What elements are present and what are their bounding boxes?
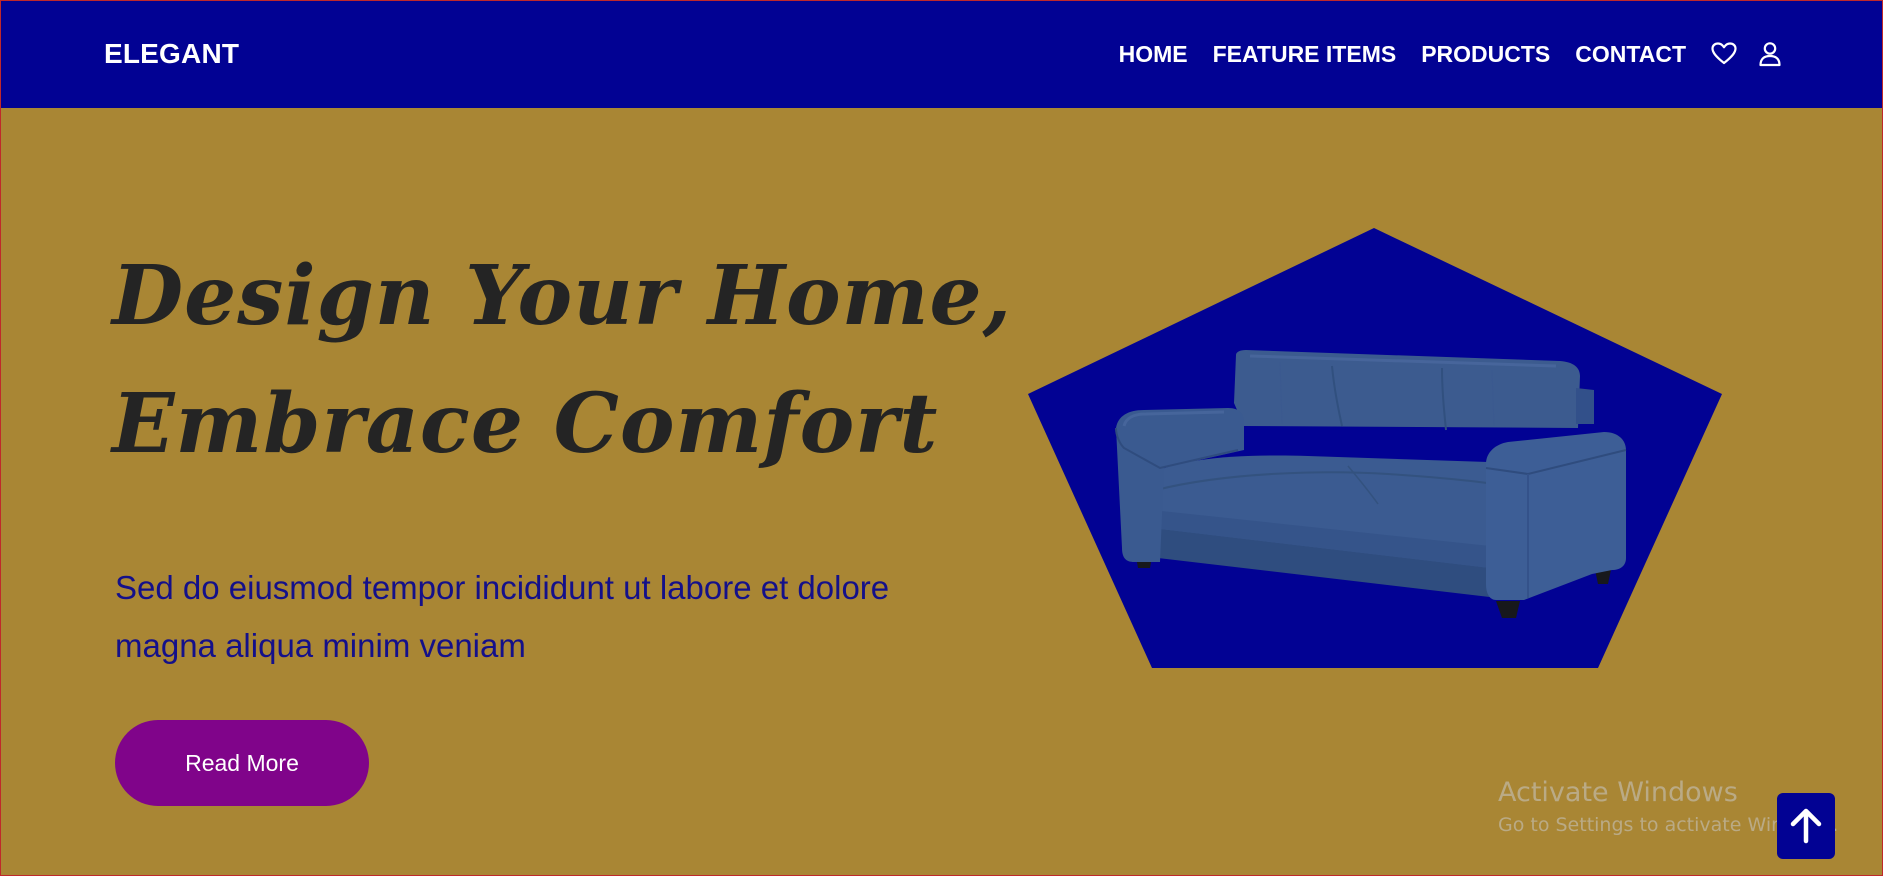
heart-icon[interactable] bbox=[1711, 41, 1737, 67]
hero-description: Sed do eiusmod tempor incididunt ut labo… bbox=[115, 569, 890, 664]
site-header: ELEGANT HOME FEATURE ITEMS PRODUCTS CONT… bbox=[0, 0, 1883, 108]
scroll-to-top-button[interactable] bbox=[1777, 793, 1835, 859]
main-nav: HOME FEATURE ITEMS PRODUCTS CONTACT bbox=[1119, 38, 1783, 70]
user-icon[interactable] bbox=[1757, 41, 1783, 67]
nav-link-feature-items[interactable]: FEATURE ITEMS bbox=[1213, 38, 1397, 70]
hero-image bbox=[1028, 228, 1722, 668]
hero-title: Design Your Home, Embrace Comfort bbox=[112, 232, 1013, 488]
read-more-button[interactable]: Read More bbox=[115, 720, 369, 806]
hero-title-line-1: Design Your Home, bbox=[112, 248, 1013, 344]
nav-link-home[interactable]: HOME bbox=[1119, 38, 1188, 70]
nav-link-contact[interactable]: CONTACT bbox=[1575, 38, 1686, 70]
brand-logo[interactable]: ELEGANT bbox=[104, 38, 239, 70]
arrow-up-icon bbox=[1790, 808, 1822, 844]
nav-link-products[interactable]: PRODUCTS bbox=[1421, 38, 1550, 70]
hero-title-line-2: Embrace Comfort bbox=[112, 376, 939, 472]
